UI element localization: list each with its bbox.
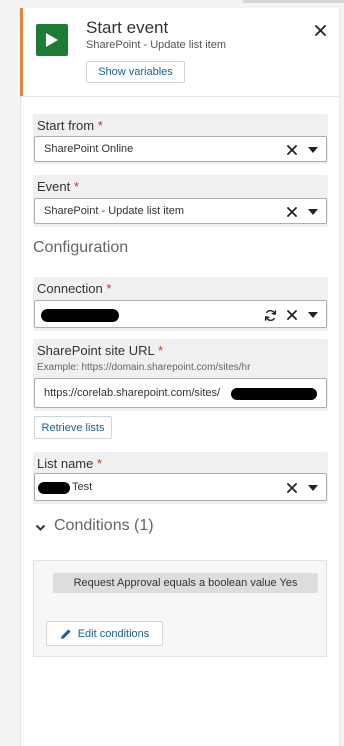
clear-icon[interactable]: [285, 308, 299, 322]
chevron-down-icon[interactable]: [33, 521, 47, 535]
start-from-label: Start from *: [37, 118, 103, 133]
pencil-icon: [60, 628, 72, 640]
event-value: SharePoint - Update list item: [44, 205, 185, 217]
connection-field: Connection *: [33, 277, 328, 331]
start-from-select[interactable]: SharePoint Online: [34, 136, 327, 162]
event-select[interactable]: SharePoint - Update list item: [34, 198, 327, 224]
chevron-down-icon[interactable]: [306, 481, 320, 495]
show-variables-button[interactable]: Show variables: [86, 61, 185, 83]
required-mark: *: [97, 456, 103, 471]
required-mark: *: [97, 118, 103, 133]
edit-conditions-label: Edit conditions: [77, 627, 150, 640]
conditions-toggle[interactable]: Conditions (1): [33, 516, 233, 538]
list-name-value: Test: [72, 481, 93, 493]
required-mark: *: [157, 343, 163, 358]
connection-label-text: Connection: [37, 281, 103, 296]
edit-conditions-button[interactable]: Edit conditions: [46, 621, 163, 646]
redacted-list-prefix: [38, 482, 70, 494]
start-event-panel: Start event SharePoint - Update list ite…: [20, 8, 340, 746]
start-from-field: Start from * SharePoint Online: [33, 114, 328, 164]
panel-title: Start event: [86, 18, 169, 37]
header-accent-bar: [20, 8, 23, 96]
clear-icon[interactable]: [285, 143, 299, 157]
connection-select[interactable]: [34, 300, 327, 328]
list-name-label-text: List name: [37, 456, 94, 471]
header-divider: [21, 96, 339, 97]
panel-subtitle: SharePoint - Update list item: [86, 39, 227, 51]
start-from-label-text: Start from: [37, 118, 95, 133]
clear-icon[interactable]: [285, 481, 299, 495]
retrieve-lists-button[interactable]: Retrieve lists: [34, 416, 112, 439]
condition-chip: Request Approval equals a boolean value …: [53, 573, 318, 593]
event-label-text: Event: [37, 179, 71, 194]
refresh-icon[interactable]: [263, 308, 277, 322]
list-name-select[interactable]: Test: [34, 473, 327, 501]
chevron-down-icon[interactable]: [306, 308, 320, 322]
clear-icon[interactable]: [285, 205, 299, 219]
site-url-hint: Example: https://domain.sharepoint.com/s…: [37, 362, 251, 373]
list-name-label: List name *: [37, 456, 102, 471]
start-from-value: SharePoint Online: [44, 143, 134, 155]
conditions-box: Request Approval equals a boolean value …: [33, 560, 327, 657]
required-mark: *: [73, 179, 79, 194]
connection-label: Connection *: [37, 281, 111, 296]
site-url-field: SharePoint site URL * Example: https://d…: [33, 339, 328, 411]
conditions-heading: Conditions (1): [54, 517, 154, 534]
redacted-site-name: [231, 388, 317, 400]
top-edge-bar: [243, 0, 344, 3]
event-field: Event * SharePoint - Update list item: [33, 175, 328, 227]
site-url-label: SharePoint site URL *: [37, 343, 163, 358]
chevron-down-icon[interactable]: [306, 205, 320, 219]
required-mark: *: [106, 281, 112, 296]
configuration-heading: Configuration: [33, 239, 129, 256]
panel-header: Start event SharePoint - Update list ite…: [20, 8, 339, 96]
redacted-connection-value: [41, 309, 119, 322]
panel-empty-area: [21, 668, 339, 746]
event-label: Event *: [37, 179, 79, 194]
chevron-down-icon[interactable]: [306, 143, 320, 157]
play-icon: [36, 24, 68, 56]
close-icon[interactable]: [309, 19, 331, 41]
site-url-value: https://corelab.sharepoint.com/sites/: [44, 387, 221, 399]
site-url-input[interactable]: https://corelab.sharepoint.com/sites/: [34, 378, 327, 408]
site-url-label-text: SharePoint site URL: [37, 343, 155, 358]
list-name-field: List name * Test: [33, 452, 328, 504]
